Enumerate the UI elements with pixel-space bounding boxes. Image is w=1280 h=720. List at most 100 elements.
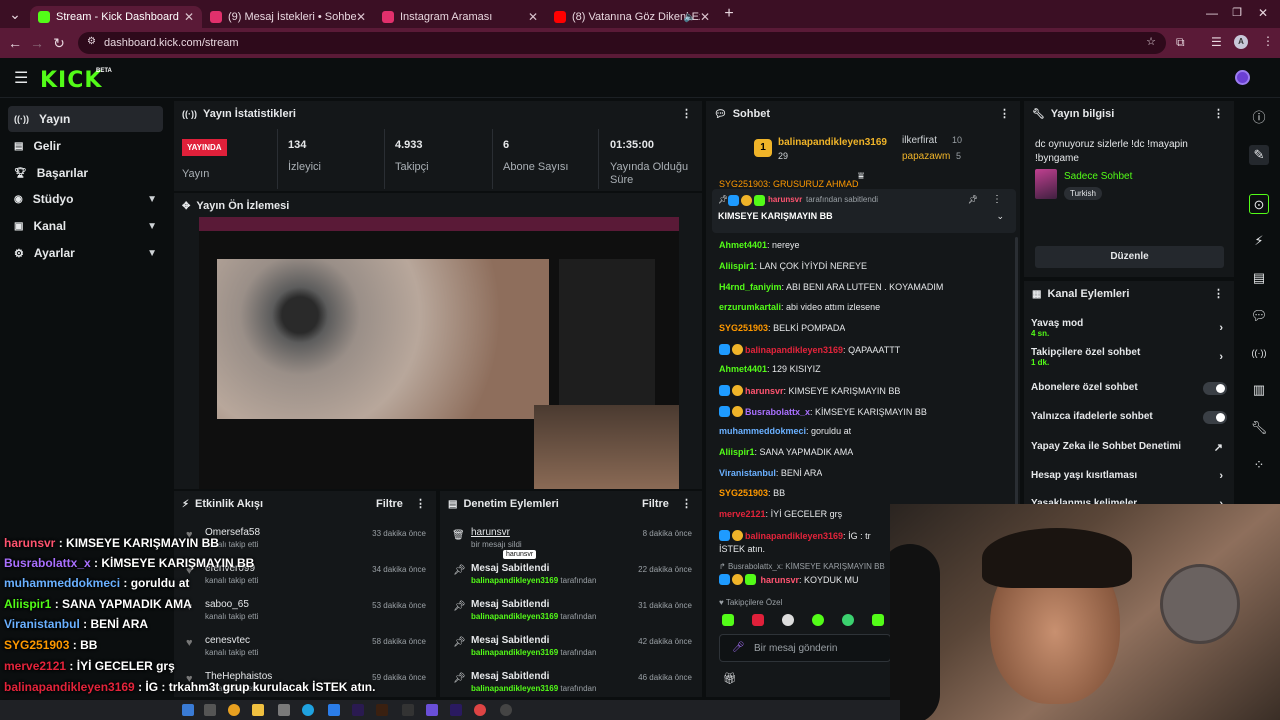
sidebar-item-yayin[interactable]: ((·)) Yayın (8, 106, 163, 132)
action-slow-mode[interactable]: Yavaş mod 4 sn. › (1031, 318, 1227, 340)
action-account-age[interactable]: Hesap yaşı kısıtlaması › (1031, 470, 1227, 484)
app-icon[interactable] (402, 704, 414, 716)
obs-icon[interactable] (500, 704, 512, 716)
speaker-icon[interactable]: 🔈 (684, 12, 696, 23)
activity-username[interactable]: cenesvtec (205, 635, 250, 646)
chat-message[interactable]: muhammeddokmeci: goruldu at (719, 426, 851, 436)
user-avatar[interactable] (1235, 70, 1250, 85)
more-icon[interactable]: ⋮ (1213, 107, 1224, 120)
chat-username[interactable]: Viranistanbul (719, 468, 776, 478)
chat-message[interactable]: harunsvr: KOYDUK MU (719, 574, 859, 585)
folder-icon[interactable] (252, 704, 264, 716)
app-icon[interactable] (328, 704, 340, 716)
category-thumbnail[interactable] (1035, 169, 1057, 199)
sidebar-item-studyo[interactable]: ◉ Stüdyo ▼ (8, 186, 163, 212)
subs-only-toggle[interactable] (1203, 382, 1227, 395)
chat-message[interactable]: SYG251903: BB (719, 488, 785, 498)
microphone-icon[interactable]: 🎤︎ (732, 642, 745, 653)
top-gifter-name[interactable]: balinapandikleyen3169 (778, 137, 887, 148)
chat-username[interactable]: Busrabolattx_x (745, 407, 810, 417)
more-icon[interactable]: ⋮ (999, 107, 1010, 120)
chat-username[interactable]: balinapandikleyen3169 (745, 531, 843, 541)
task-view-icon[interactable] (204, 704, 216, 716)
emote-icon[interactable] (782, 614, 794, 626)
chat-message[interactable]: balinapandikleyen3169: QAPAAATTT (719, 344, 900, 355)
chat-username[interactable]: Aliispir1 (719, 447, 755, 457)
category-link[interactable]: Sadece Sohbet (1064, 171, 1132, 182)
gifter-name[interactable]: ilkerfirat (902, 135, 937, 146)
sidebar-item-gelir[interactable]: ▤ Gelir (8, 133, 163, 159)
moderation-row[interactable]: 📌︎ Mesaj Sabitlendi balinapandikleyen316… (446, 635, 700, 669)
chat-username[interactable]: merve2121 (719, 509, 766, 519)
layout-icon[interactable]: ▥ (1249, 380, 1269, 400)
tab-kick-dashboard[interactable]: Stream - Kick Dashboard ✕ (30, 6, 202, 28)
action-ai-moderation[interactable]: Yapay Zeka ile Sohbet Denetimi ↗ (1031, 441, 1227, 455)
chat-username[interactable]: erzurumkartali (719, 302, 781, 312)
chrome-icon[interactable] (228, 704, 240, 716)
chat-username[interactable]: SYG251903 (719, 488, 768, 498)
hamburger-menu-icon[interactable]: ☰ (14, 68, 28, 88)
chat-message[interactable]: Ahmet4401: 129 KISIYIZ (719, 364, 821, 374)
chat-message[interactable]: H4rnd_faniyim: ABI BENI ARA LUTFEN . KOY… (719, 282, 943, 292)
kick-logo[interactable]: KICK (40, 68, 102, 93)
forward-icon[interactable]: → (26, 35, 48, 51)
window-close-icon[interactable]: ✕ (1258, 6, 1268, 20)
chat-input[interactable]: 🎤︎ Bir mesaj gönderin (719, 634, 891, 662)
illustrator-icon[interactable] (376, 704, 388, 716)
close-icon[interactable]: ✕ (528, 10, 538, 24)
close-icon[interactable]: ✕ (700, 10, 710, 24)
moderator-name[interactable]: balinapandikleyen3169 (471, 612, 558, 621)
language-tag[interactable]: Turkish (1064, 187, 1102, 200)
emote-only-toggle[interactable] (1203, 411, 1227, 424)
chrome-icon[interactable] (474, 704, 486, 716)
chevron-down-icon[interactable]: ⌄ (996, 211, 1004, 222)
chat-username[interactable]: SYG251903 (719, 323, 768, 333)
chat-message[interactable]: Busrabolattx_x: KİMSEYE KARIŞMAYIN BB (719, 406, 927, 417)
wrench-icon[interactable]: 🔧︎ (1249, 418, 1269, 438)
emote-icon[interactable] (872, 614, 884, 626)
chat-username[interactable]: Ahmet4401 (719, 240, 767, 250)
chat-message[interactable]: Aliispir1: SANA YAPMADIK AMA (719, 447, 853, 457)
activity-username[interactable]: saboo_65 (205, 599, 249, 610)
windows-start-icon[interactable] (182, 704, 194, 716)
media-icon[interactable]: ☰ (1211, 35, 1222, 49)
emote-icon[interactable] (722, 614, 734, 626)
moderator-name[interactable]: balinapandikleyen3169 (471, 648, 558, 657)
preview-video[interactable] (199, 217, 679, 489)
chat-message[interactable]: Viranistanbul: BENİ ARA (719, 468, 822, 478)
action-subs-only[interactable]: Abonelere özel sohbet (1031, 382, 1227, 396)
browser-menu-icon[interactable]: ⋮ (1262, 34, 1274, 48)
chat-message[interactable]: erzurumkartali: abi video attım izlesene (719, 302, 880, 312)
tab-youtube[interactable]: (8) Vatanına Göz Dikeni Ez 🔈 ✕ (546, 6, 718, 28)
emote-icon[interactable] (812, 614, 824, 626)
premiere-icon[interactable] (352, 704, 364, 716)
chat-message[interactable]: İSTEK atın. (719, 544, 765, 554)
chat-message[interactable]: harunsvr: KIMSEYE KARIŞMAYIN BB (719, 385, 900, 396)
new-tab-icon[interactable]: + (718, 5, 740, 23)
pencil-icon[interactable]: ✎ (1249, 145, 1269, 165)
moderator-name[interactable]: balinapandikleyen3169 (471, 576, 558, 585)
sidebar-item-basarilar[interactable]: 🏆︎ Başarılar (8, 160, 163, 186)
moderation-row[interactable]: 🗑︎ harunsvr bir mesajı sildi 8 dakika ön… (446, 527, 700, 561)
chat-message[interactable]: merve2121: İYİ GECELER grş (719, 509, 842, 519)
moderation-row[interactable]: 📌︎ Mesaj Sabitlendi balinapandikleyen316… (446, 599, 700, 633)
filter-button[interactable]: Filtre (376, 498, 403, 510)
more-icon[interactable]: ⋮ (681, 497, 692, 510)
gifter-name[interactable]: papazawm (902, 151, 950, 162)
more-icon[interactable]: ⋮ (992, 194, 1002, 205)
chat-username[interactable]: harunsvr (745, 386, 784, 396)
notes-icon[interactable]: ▤ (1249, 268, 1269, 288)
more-icon[interactable]: ⋮ (681, 107, 692, 120)
tab-instagram-search[interactable]: Instagram Araması ✕ (374, 6, 546, 28)
more-icon[interactable]: ⋮ (415, 497, 426, 510)
pinned-message[interactable]: 📌︎ harunsvr tarafından sabitlendi KIMSEY… (712, 189, 1016, 233)
close-icon[interactable]: ✕ (184, 10, 194, 24)
moderation-row[interactable]: 📌︎ Mesaj Sabitlendi balinapandikleyen316… (446, 671, 700, 697)
chat-message[interactable]: SYG251903: BELKİ POMPADA (719, 323, 845, 333)
chat-username[interactable]: Ahmet4401 (719, 364, 767, 374)
activity-row[interactable]: ♥ saboo_65 kanalı takip etti 53 dakika ö… (176, 599, 434, 633)
profile-avatar[interactable]: A (1234, 35, 1248, 49)
lightning-icon[interactable]: ⚡︎ (1249, 231, 1269, 251)
back-icon[interactable]: ← (4, 35, 26, 51)
chat-username[interactable]: balinapandikleyen3169 (745, 345, 843, 355)
